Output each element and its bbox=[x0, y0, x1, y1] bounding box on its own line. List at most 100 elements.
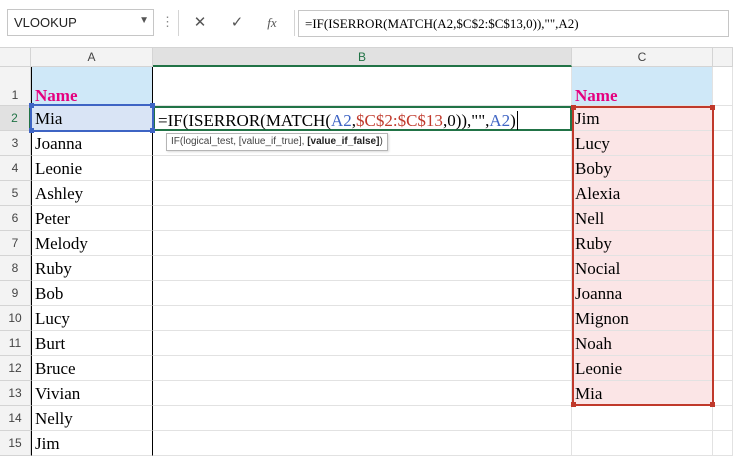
cell-d8[interactable] bbox=[713, 256, 733, 281]
cell-d14[interactable] bbox=[713, 406, 733, 431]
cell-a1[interactable]: Name bbox=[31, 67, 153, 106]
formula-bar: VLOOKUP ▼ ⋮ ✕ ✓ fx =IF(ISERROR(MATCH(A2,… bbox=[0, 0, 733, 48]
cell-a12[interactable]: Bruce bbox=[31, 356, 153, 381]
cell-d7[interactable] bbox=[713, 231, 733, 256]
tooltip-current-arg[interactable]: [value_if_false] bbox=[307, 136, 379, 147]
cell-a10[interactable]: Lucy bbox=[31, 306, 153, 331]
cell-b8[interactable] bbox=[153, 256, 572, 281]
cell-b10[interactable] bbox=[153, 306, 572, 331]
cell-d13[interactable] bbox=[713, 381, 733, 406]
name-box[interactable]: VLOOKUP ▼ bbox=[7, 9, 154, 36]
row-header-8[interactable]: 8 bbox=[0, 256, 31, 281]
cell-a13[interactable]: Vivian bbox=[31, 381, 153, 406]
cell-a6[interactable]: Peter bbox=[31, 206, 153, 231]
cell-a2[interactable]: Mia bbox=[31, 106, 153, 131]
tooltip-close-paren: ) bbox=[379, 136, 383, 147]
cell-b14[interactable] bbox=[153, 406, 572, 431]
cell-b9[interactable] bbox=[153, 281, 572, 306]
row-header-3[interactable]: 3 bbox=[0, 131, 31, 156]
column-header-a[interactable]: A bbox=[31, 48, 153, 67]
cell-c3[interactable]: Lucy bbox=[572, 131, 713, 156]
tooltip-args: IF(logical_test, [value_if_true], bbox=[171, 136, 308, 147]
row-header-6[interactable]: 6 bbox=[0, 206, 31, 231]
divider bbox=[294, 10, 295, 36]
cell-a3[interactable]: Joanna bbox=[31, 131, 153, 156]
cell-b6[interactable] bbox=[153, 206, 572, 231]
row-header-5[interactable]: 5 bbox=[0, 181, 31, 206]
function-tooltip: IF(logical_test, [value_if_true], [value… bbox=[166, 133, 388, 151]
cell-c4[interactable]: Boby bbox=[572, 156, 713, 181]
column-header-c[interactable]: C bbox=[572, 48, 713, 67]
row-header-13[interactable]: 13 bbox=[0, 381, 31, 406]
cell-b15[interactable] bbox=[153, 431, 572, 456]
row-header-1[interactable]: 1 bbox=[0, 67, 31, 106]
cell-a15[interactable]: Jim bbox=[31, 431, 153, 456]
divider bbox=[178, 10, 179, 36]
cell-d15[interactable] bbox=[713, 431, 733, 456]
formula-part-p2: A2 bbox=[331, 111, 352, 130]
insert-function-button[interactable]: fx bbox=[260, 12, 284, 34]
cell-d1[interactable] bbox=[713, 67, 733, 106]
cell-c14[interactable] bbox=[572, 406, 713, 431]
row-header-15[interactable]: 15 bbox=[0, 431, 31, 456]
cell-c5[interactable]: Alexia bbox=[572, 181, 713, 206]
cell-a11[interactable]: Burt bbox=[31, 331, 153, 356]
cell-a5[interactable]: Ashley bbox=[31, 181, 153, 206]
formula-input[interactable]: =IF(ISERROR(MATCH(A2,$C$2:$C$13,0)),"",A… bbox=[298, 10, 729, 37]
cell-b4[interactable] bbox=[153, 156, 572, 181]
cell-c9[interactable]: Joanna bbox=[572, 281, 713, 306]
formula-part-p5: ,0)),"", bbox=[442, 111, 490, 130]
cell-c11[interactable]: Noah bbox=[572, 331, 713, 356]
row-header-2[interactable]: 2 bbox=[0, 106, 31, 131]
cell-c1[interactable]: Name bbox=[572, 67, 713, 106]
column-header-b[interactable]: B bbox=[153, 48, 572, 67]
column-header-d[interactable] bbox=[713, 48, 733, 67]
cell-b2-editor[interactable]: =IF(ISERROR(MATCH(A2,$C$2:$C$13,0)),"",A… bbox=[153, 106, 572, 131]
cell-b11[interactable] bbox=[153, 331, 572, 356]
row-header-9[interactable]: 9 bbox=[0, 281, 31, 306]
cell-c7[interactable]: Ruby bbox=[572, 231, 713, 256]
cell-d3[interactable] bbox=[713, 131, 733, 156]
row-header-4[interactable]: 4 bbox=[0, 156, 31, 181]
cell-d4[interactable] bbox=[713, 156, 733, 181]
formula-part-p4: $C$2:$C$13 bbox=[356, 111, 443, 130]
formula-part-p6: A2 bbox=[489, 111, 511, 130]
cancel-button[interactable]: ✕ bbox=[188, 12, 212, 34]
select-all-corner[interactable] bbox=[0, 48, 31, 67]
cell-c13[interactable]: Mia bbox=[572, 381, 713, 406]
cell-b12[interactable] bbox=[153, 356, 572, 381]
name-box-value: VLOOKUP bbox=[14, 15, 77, 30]
more-options-icon[interactable]: ⋮ bbox=[161, 13, 174, 31]
formula-part-p7: ) bbox=[510, 111, 516, 130]
cell-b5[interactable] bbox=[153, 181, 572, 206]
cell-b13[interactable] bbox=[153, 381, 572, 406]
cell-c12[interactable]: Leonie bbox=[572, 356, 713, 381]
cell-d6[interactable] bbox=[713, 206, 733, 231]
enter-button[interactable]: ✓ bbox=[225, 12, 249, 34]
cell-a14[interactable]: Nelly bbox=[31, 406, 153, 431]
cell-d9[interactable] bbox=[713, 281, 733, 306]
cell-b7[interactable] bbox=[153, 231, 572, 256]
cell-c8[interactable]: Nocial bbox=[572, 256, 713, 281]
cell-a9[interactable]: Bob bbox=[31, 281, 153, 306]
row-header-14[interactable]: 14 bbox=[0, 406, 31, 431]
cell-b1[interactable] bbox=[153, 67, 572, 106]
cell-d11[interactable] bbox=[713, 331, 733, 356]
cell-c10[interactable]: Mignon bbox=[572, 306, 713, 331]
row-header-10[interactable]: 10 bbox=[0, 306, 31, 331]
cell-c15[interactable] bbox=[572, 431, 713, 456]
cell-c6[interactable]: Nell bbox=[572, 206, 713, 231]
chevron-down-icon[interactable]: ▼ bbox=[139, 15, 149, 26]
cell-c2[interactable]: Jim bbox=[572, 106, 713, 131]
row-header-11[interactable]: 11 bbox=[0, 331, 31, 356]
text-cursor bbox=[516, 111, 518, 130]
cell-a8[interactable]: Ruby bbox=[31, 256, 153, 281]
cell-d5[interactable] bbox=[713, 181, 733, 206]
cell-a7[interactable]: Melody bbox=[31, 231, 153, 256]
cell-d10[interactable] bbox=[713, 306, 733, 331]
cell-d12[interactable] bbox=[713, 356, 733, 381]
cell-a4[interactable]: Leonie bbox=[31, 156, 153, 181]
row-header-12[interactable]: 12 bbox=[0, 356, 31, 381]
cell-d2[interactable] bbox=[713, 106, 733, 131]
row-header-7[interactable]: 7 bbox=[0, 231, 31, 256]
